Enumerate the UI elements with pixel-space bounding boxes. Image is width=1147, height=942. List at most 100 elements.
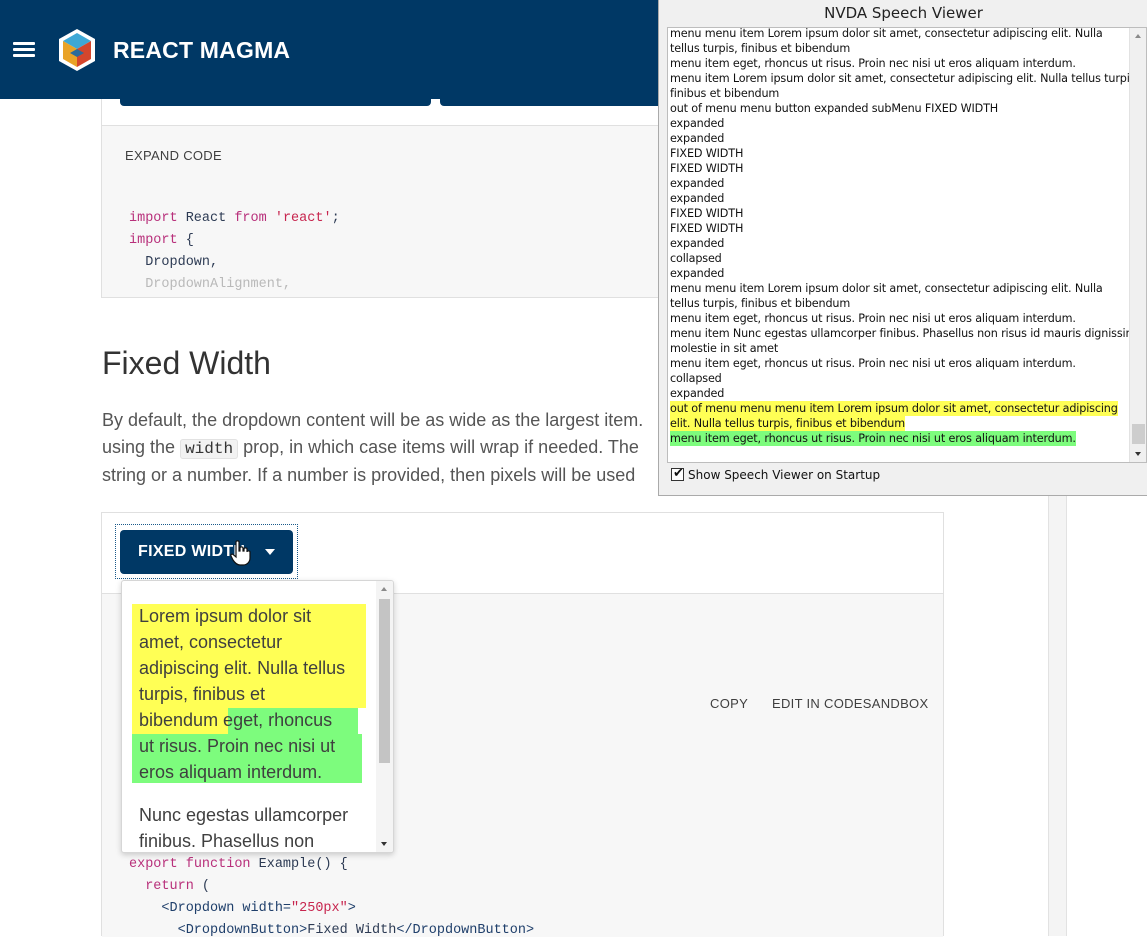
react-magma-logo-icon[interactable] [56, 27, 98, 73]
code-block: import React from 'react'; import { Dropd… [129, 208, 340, 296]
code-token: Dropdown, [129, 255, 219, 270]
dropdown-menu-item[interactable]: Lorem ipsum dolor sit amet, consectetur ad… [139, 603, 367, 785]
speech-log-line: menu item eget, rhoncus ut risus. Proin … [670, 431, 1076, 446]
hamburger-menu-icon[interactable] [13, 42, 35, 58]
speech-log-line: menu item eget, rhoncus ut risus. Proin … [670, 357, 1076, 370]
code-line: Dropdown, [129, 252, 340, 274]
code-token: from [234, 211, 267, 226]
code-token: > [347, 901, 356, 916]
code-token: return [145, 879, 194, 894]
scroll-down-arrow-icon[interactable] [381, 842, 387, 846]
code-block: export function Example() { return ( <Dr… [129, 854, 534, 942]
code-line: export function Example() { [129, 854, 534, 876]
menu-item-text-line: Lorem ipsum dolor sit [139, 606, 312, 626]
brand-title[interactable]: REACT MAGMA [113, 37, 290, 64]
speech-log-line: FIXED WIDTH [670, 207, 744, 220]
example-button-bottom-edge[interactable] [120, 99, 431, 106]
speech-log-line: expanded [670, 117, 725, 130]
speech-log-line: expanded [670, 192, 725, 205]
speech-log-line: tellus turpis, finibus et bibendum [670, 297, 851, 310]
code-line: <Dropdown width="250px"> [129, 898, 534, 920]
menu-item-text-line: eros aliquam interdum. [139, 762, 323, 782]
menu-item-text-line: finibus. Phasellus non [139, 831, 315, 851]
speech-log-line: finibus et bibendum [670, 87, 780, 100]
code-token: function [185, 857, 251, 872]
speech-log-line: menu menu item Lorem ipsum dolor sit ame… [670, 282, 1103, 295]
menu-item-text-line: ut risus. Proin nec nisi ut [139, 736, 336, 756]
speech-log-line: menu menu item Lorem ipsum dolor sit ame… [670, 27, 1103, 40]
menu-item-text-line: amet, consectetur [139, 632, 283, 652]
caret-down-icon [265, 549, 275, 555]
checkmark-icon: ✔ [673, 466, 684, 481]
code-token: import [129, 211, 178, 226]
code-line: DropdownAlignment, [129, 274, 340, 296]
scrollbar-thumb[interactable] [379, 599, 390, 763]
code-token: React [177, 211, 235, 226]
speech-log-line: menu item Lorem ipsum dolor sit amet, co… [670, 72, 1139, 85]
code-line: <DropdownButton>Fixed Width</DropdownBut… [129, 920, 535, 942]
section-title: Fixed Width [102, 345, 271, 381]
scrollbar-thumb[interactable] [1132, 424, 1145, 444]
speech-log-line: FIXED WIDTH [670, 162, 744, 175]
code-line: import { [129, 230, 340, 252]
speech-log-line: menu item eget, rhoncus ut risus. Proin … [670, 57, 1076, 70]
scroll-up-arrow-icon[interactable] [381, 587, 387, 591]
speech-log-line: expanded [670, 177, 725, 190]
scroll-down-arrow-icon[interactable] [1135, 452, 1141, 456]
code-token: 'react' [274, 211, 332, 226]
code-token: Example() { [250, 857, 348, 872]
code-token: width= [242, 901, 292, 916]
speech-log-line: molestie in sit amet [670, 342, 779, 355]
speech-log-line: menu item eget, rhoncus ut risus. Proin … [670, 312, 1076, 325]
show-on-startup-label[interactable]: Show Speech Viewer on Startup [688, 468, 880, 482]
menu-item-text-line: turpis, finibus et [139, 684, 266, 704]
speech-log-line: expanded [670, 132, 725, 145]
dropdown-menu[interactable]: Lorem ipsum dolor sit amet, consectetur ad… [121, 580, 394, 853]
speech-log-line: tellus turpis, finibus et bibendum [670, 42, 851, 55]
speech-log-line: FIXED WIDTH [670, 147, 744, 160]
speech-log-line: menu item Nunc egestas ullamcorper finib… [670, 327, 1137, 340]
fixed-width-dropdown-button[interactable]: FIXED WIDTH [120, 530, 293, 574]
speech-log-line: out of menu menu button expanded subMenu… [670, 102, 999, 115]
nvda-speech-viewer-window: NVDA Speech Viewer menu menu item Lorem … [658, 0, 1147, 496]
menu-item-text-line: adipiscing elit. Nulla tellus [139, 658, 346, 678]
speech-log-line: expanded [670, 267, 725, 280]
dropdown-menu-item[interactable]: Nunc egestas ullamcorper finibus. Phasell… [139, 802, 367, 852]
speech-log-line: elit. Nulla tellus turpis, finibus et bi… [670, 416, 905, 431]
speech-log-line: FIXED WIDTH [670, 222, 744, 235]
speech-log-line: expanded [670, 387, 725, 400]
speech-log-line: expanded [670, 237, 725, 250]
code-token: "250px" [291, 901, 348, 916]
description-text: using the [102, 436, 181, 457]
description-line: By default, the dropdown content will be… [102, 410, 644, 430]
code-line: import React from 'react'; [129, 208, 340, 230]
code-token: ; [331, 211, 340, 226]
code-token: DropdownAlignment, [129, 277, 292, 292]
hand-pointer-cursor-icon [230, 540, 251, 566]
speech-log-scrollbar[interactable] [1129, 28, 1146, 462]
window-title: NVDA Speech Viewer [824, 4, 983, 22]
dropdown-scrollbar[interactable] [376, 581, 393, 852]
edit-in-codesandbox-button[interactable]: EDIT IN CODESANDBOX [772, 696, 928, 711]
inline-code-width: width [180, 438, 239, 459]
copy-button[interactable]: COPY [710, 696, 748, 711]
speech-log[interactable]: menu menu item Lorem ipsum dolor sit ame… [667, 27, 1147, 463]
example-button-bottom-edge[interactable] [440, 99, 670, 106]
scroll-up-arrow-icon[interactable] [1135, 34, 1141, 38]
show-on-startup-checkbox[interactable]: ✔ [671, 466, 684, 481]
speech-log-line: out of menu menu menu item Lorem ipsum d… [670, 401, 1118, 416]
menu-item-text-line: Nunc egestas ullamcorper [139, 805, 349, 825]
expand-code-button[interactable]: EXPAND CODE [125, 148, 222, 163]
code-token: export [129, 857, 178, 872]
speech-log-line: collapsed [670, 372, 722, 385]
code-line: return ( [129, 876, 534, 898]
code-token: ( [193, 879, 211, 894]
code-token: <Dropdown [129, 901, 243, 916]
menu-item-text-line: bibendum eget, rhoncus [139, 710, 333, 730]
description-line: using the width prop, in which case item… [102, 434, 662, 463]
code-token: { [177, 233, 194, 248]
section-description: By default, the dropdown content will be… [102, 407, 662, 489]
